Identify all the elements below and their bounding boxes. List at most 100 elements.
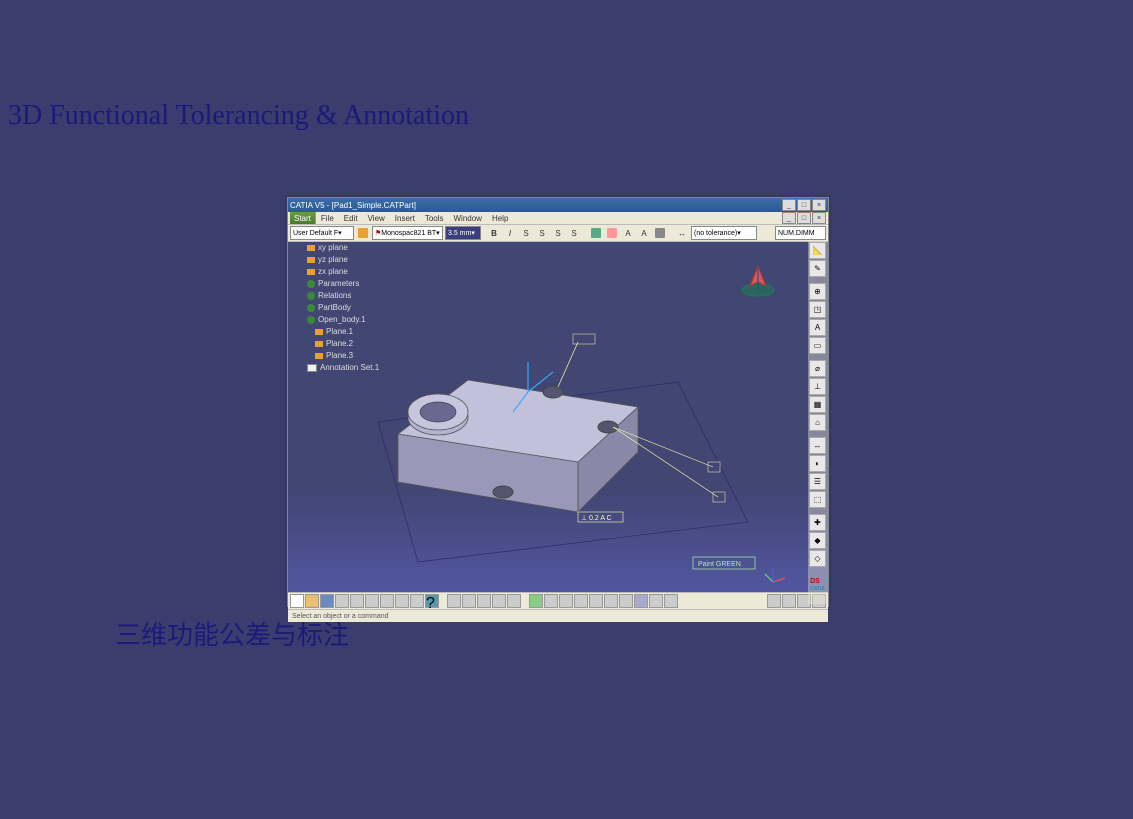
- minimize-button[interactable]: _: [782, 199, 796, 211]
- tool-icon[interactable]: ↔: [809, 437, 826, 454]
- doc-close-button[interactable]: ×: [812, 212, 826, 224]
- shade-icon[interactable]: [634, 594, 648, 608]
- tool-icon[interactable]: ▭: [809, 337, 826, 354]
- view-icon[interactable]: [507, 594, 521, 608]
- tool-icon[interactable]: ✚: [809, 514, 826, 531]
- doc-maximize-button[interactable]: □: [797, 212, 811, 224]
- zoom-icon[interactable]: [589, 594, 603, 608]
- bottom-toolbar: ?: [288, 592, 828, 609]
- insert-icon[interactable]: [653, 226, 667, 240]
- rotate-icon[interactable]: [559, 594, 573, 608]
- dimension-icon[interactable]: ↔: [675, 226, 689, 240]
- symbol-icon[interactable]: A: [621, 226, 635, 240]
- italic-button[interactable]: I: [503, 226, 517, 240]
- tool-icon[interactable]: ☰: [809, 473, 826, 490]
- iso-icon[interactable]: [619, 594, 633, 608]
- format-button-3[interactable]: S: [567, 226, 581, 240]
- frame-icon[interactable]: [605, 226, 619, 240]
- strike-button[interactable]: S: [519, 226, 533, 240]
- open-icon[interactable]: [305, 594, 319, 608]
- tool-icon[interactable]: 📐: [809, 242, 826, 259]
- tree-xy-plane[interactable]: xy plane: [318, 242, 348, 254]
- tree-annotation-set[interactable]: Annotation Set.1: [320, 362, 379, 374]
- tool-icon[interactable]: ◳: [809, 301, 826, 318]
- view-icon[interactable]: [477, 594, 491, 608]
- tool-icon[interactable]: ◇: [809, 550, 826, 567]
- tool-icon[interactable]: A: [809, 319, 826, 336]
- tree-zx-plane[interactable]: zx plane: [318, 266, 348, 278]
- spec-tree[interactable]: xy plane yz plane zx plane Parameters Re…: [293, 242, 379, 374]
- style-select[interactable]: User Default F▾: [290, 226, 354, 240]
- tool-icon[interactable]: ⌂: [809, 414, 826, 431]
- tree-yz-plane[interactable]: yz plane: [318, 254, 348, 266]
- tree-relations[interactable]: Relations: [318, 290, 351, 302]
- bold-button[interactable]: B: [487, 226, 501, 240]
- view-icon[interactable]: [447, 594, 461, 608]
- slide-title: 3D Functional Tolerancing & Annotation: [8, 100, 469, 132]
- menu-edit[interactable]: Edit: [339, 214, 363, 223]
- maximize-button[interactable]: □: [797, 199, 811, 211]
- help-icon[interactable]: ?: [425, 594, 439, 608]
- close-button[interactable]: ×: [812, 199, 826, 211]
- pan-icon[interactable]: [544, 594, 558, 608]
- doc-minimize-button[interactable]: _: [782, 212, 796, 224]
- format-button-1[interactable]: S: [535, 226, 549, 240]
- annotation-toolbar: User Default F▾ ⚑Monospac821 BT▾ 3.5 mm▾…: [288, 225, 828, 242]
- ds-logo-icon: DSCATIA: [810, 578, 825, 592]
- zoom-icon[interactable]: [574, 594, 588, 608]
- tolerance-select[interactable]: (no tolerance)▾: [691, 226, 757, 240]
- font-icon[interactable]: [356, 226, 370, 240]
- menu-bar: Start File Edit View Insert Tools Window…: [288, 212, 828, 225]
- relations-icon: [307, 292, 315, 300]
- tree-openbody[interactable]: Open_body.1: [318, 314, 365, 326]
- menu-window[interactable]: Window: [449, 214, 487, 223]
- font-select[interactable]: ⚑Monospac821 BT▾: [372, 226, 443, 240]
- copy-icon[interactable]: [365, 594, 379, 608]
- misc-icon[interactable]: [767, 594, 781, 608]
- menu-tools[interactable]: Tools: [420, 214, 449, 223]
- anchor-icon[interactable]: [589, 226, 603, 240]
- fit-icon[interactable]: [529, 594, 543, 608]
- tree-partbody[interactable]: PartBody: [318, 302, 351, 314]
- tree-plane1[interactable]: Plane.1: [326, 326, 353, 338]
- format-button-2[interactable]: S: [551, 226, 565, 240]
- tool-icon[interactable]: ⊕: [809, 283, 826, 300]
- new-icon[interactable]: [290, 594, 304, 608]
- cut-icon[interactable]: [350, 594, 364, 608]
- right-toolbar: 📐 ✎ ⊕ ◳ A ▭ ⌀ ⊥ ▦ ⌂ ↔ ◐ ☰ ⬚ ✚ ◆ ◇: [808, 240, 828, 604]
- undo-icon[interactable]: [395, 594, 409, 608]
- svg-text:Paint GREEN: Paint GREEN: [698, 561, 741, 568]
- symbol-icon-2[interactable]: A: [637, 226, 651, 240]
- save-icon[interactable]: [320, 594, 334, 608]
- tree-parameters[interactable]: Parameters: [318, 278, 359, 290]
- window-title: CATIA V5 - [Pad1_Simple.CATPart]: [290, 201, 782, 210]
- swap-icon[interactable]: [664, 594, 678, 608]
- viewport-3d[interactable]: ⊥ 0.2 A C Paint GREEN xy plane yz plane …: [288, 242, 828, 592]
- view-icon[interactable]: [462, 594, 476, 608]
- tree-plane3[interactable]: Plane.3: [326, 350, 353, 362]
- tool-icon[interactable]: ⊥: [809, 378, 826, 395]
- menu-insert[interactable]: Insert: [390, 214, 420, 223]
- tool-icon[interactable]: ⬚: [809, 491, 826, 508]
- compass-icon[interactable]: [738, 262, 778, 298]
- tool-icon[interactable]: ✎: [809, 260, 826, 277]
- view-icon[interactable]: [492, 594, 506, 608]
- tool-icon[interactable]: ◐: [809, 455, 826, 472]
- menu-start[interactable]: Start: [290, 212, 316, 224]
- print-icon[interactable]: [335, 594, 349, 608]
- menu-view[interactable]: View: [363, 214, 390, 223]
- tool-icon[interactable]: ◆: [809, 532, 826, 549]
- status-text: Select an object or a command: [292, 613, 389, 620]
- menu-help[interactable]: Help: [487, 214, 513, 223]
- normal-icon[interactable]: [604, 594, 618, 608]
- size-select[interactable]: 3.5 mm▾: [445, 226, 481, 240]
- tree-plane2[interactable]: Plane.2: [326, 338, 353, 350]
- paste-icon[interactable]: [380, 594, 394, 608]
- misc-icon[interactable]: [782, 594, 796, 608]
- tool-icon[interactable]: ▦: [809, 396, 826, 413]
- hide-icon[interactable]: [649, 594, 663, 608]
- tool-icon[interactable]: ⌀: [809, 360, 826, 377]
- redo-icon[interactable]: [410, 594, 424, 608]
- menu-file[interactable]: File: [316, 214, 339, 223]
- dim-type-select[interactable]: NUM.DIMM: [775, 226, 826, 240]
